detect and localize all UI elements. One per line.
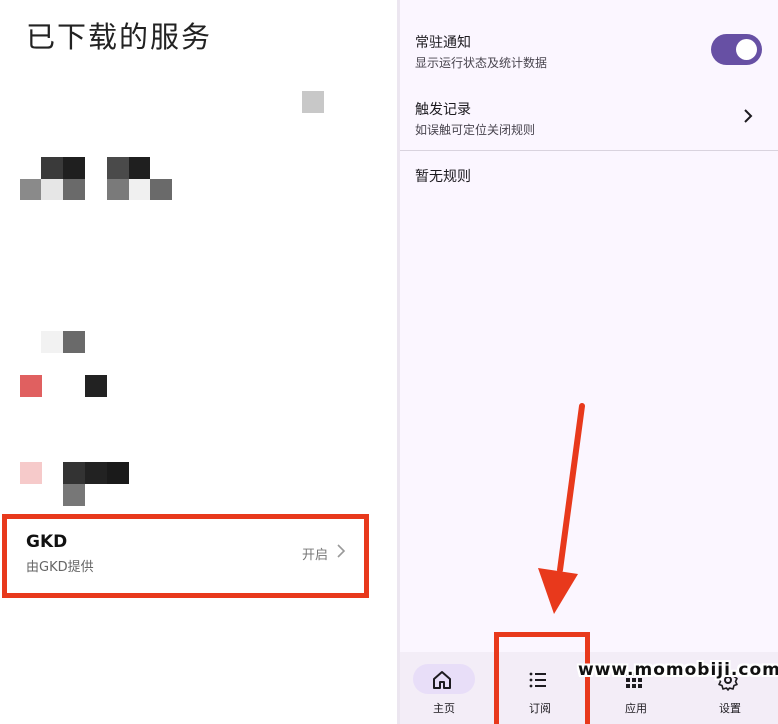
watermark-text: www.momobiji.com (578, 660, 778, 680)
setting-title: 常驻通知 (415, 35, 471, 51)
nav-label: 应用 (625, 702, 647, 715)
blurred-icon (302, 91, 324, 113)
setting-subtitle: 显示运行状态及统计数据 (415, 56, 548, 70)
red-arrow-annotation (538, 403, 585, 614)
left-panel: 已下载的服务 GKD 由GKD提供 开启 (0, 0, 378, 724)
page-title: 已下载的服务 (26, 20, 213, 54)
nav-label: 设置 (719, 702, 741, 715)
highlight-box (494, 632, 590, 724)
setting-subtitle: 如误触可定位关闭规则 (415, 123, 536, 137)
setting-title: 触发记录 (415, 102, 471, 118)
home-icon (433, 671, 451, 689)
section-divider (400, 150, 778, 151)
toggle-knob (736, 39, 757, 60)
nav-label: 主页 (433, 702, 455, 715)
persistent-notification-toggle[interactable] (711, 34, 762, 65)
nav-item-home[interactable]: 主页 (400, 652, 494, 724)
empty-rules-text: 暂无规则 (415, 169, 471, 185)
highlight-box (2, 514, 369, 598)
chevron-right-icon (744, 109, 753, 123)
